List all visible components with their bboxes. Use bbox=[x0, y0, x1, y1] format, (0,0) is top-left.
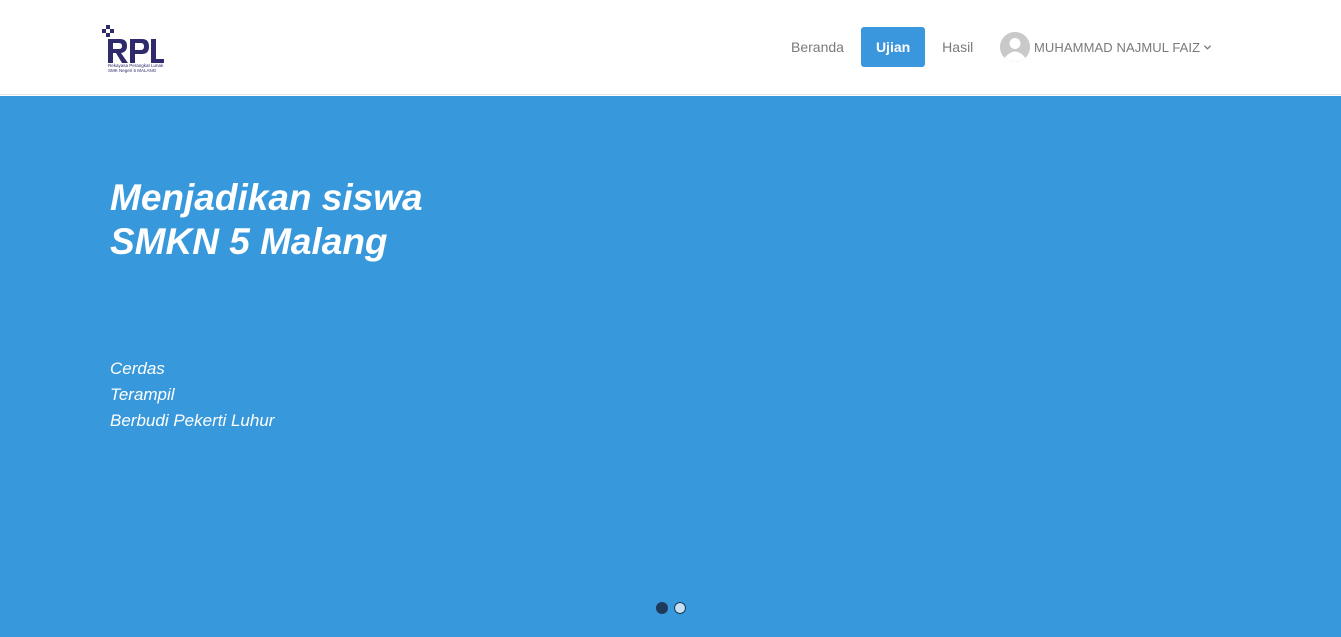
carousel-dot-2[interactable] bbox=[674, 602, 686, 614]
logo-school-name: SMK Negeri 5 MALANG bbox=[108, 68, 157, 73]
rpl-logo-mark bbox=[102, 25, 164, 63]
hero-value-item: Cerdas bbox=[110, 359, 165, 378]
user-name: MUHAMMAD NAJMUL FAIZ bbox=[1034, 39, 1201, 55]
hero-title: Menjadikan siswa SMKN 5 Malang bbox=[110, 176, 710, 264]
hero-title-line1: Menjadikan siswa bbox=[110, 177, 423, 218]
hero-banner: Menjadikan siswa SMKN 5 Malang Cerdas Te… bbox=[0, 96, 1341, 637]
nav-ujian[interactable]: Ujian bbox=[860, 27, 926, 67]
main-nav: Beranda Ujian Hasil bbox=[778, 27, 986, 67]
carousel-dot-1[interactable] bbox=[656, 602, 668, 614]
nav-hasil[interactable]: Hasil bbox=[929, 27, 986, 67]
top-navbar: Rekayasa Perangkat Lunak SMK Negeri 5 MA… bbox=[0, 0, 1341, 95]
hero-title-line2: SMKN 5 Malang bbox=[110, 221, 388, 262]
user-menu-dropdown[interactable]: MUHAMMAD NAJMUL FAIZ bbox=[1000, 32, 1212, 62]
carousel-indicators bbox=[656, 602, 686, 614]
rpl-logo[interactable]: Rekayasa Perangkat Lunak SMK Negeri 5 MA… bbox=[100, 25, 166, 79]
nav-beranda[interactable]: Beranda bbox=[778, 27, 857, 67]
user-avatar-icon bbox=[1000, 32, 1030, 62]
hero-value-item: Berbudi Pekerti Luhur bbox=[110, 411, 275, 430]
chevron-down-icon bbox=[1204, 44, 1212, 50]
hero-value-item: Terampil bbox=[110, 385, 175, 404]
hero-values-list: Cerdas Terampil Berbudi Pekerti Luhur bbox=[110, 356, 274, 434]
